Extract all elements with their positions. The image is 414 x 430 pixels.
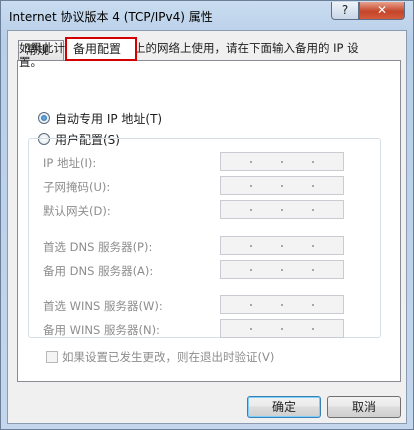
ip-address-field [220,152,344,171]
tab-alternate-configuration[interactable]: 备用配置 [65,37,137,61]
close-button[interactable]: ✕ [359,2,405,20]
auto-private-ip-label: 自动专用 IP 地址(T) [55,111,163,126]
ip-address-label: IP 地址(I): [43,156,97,170]
validate-on-exit-option: 如果设置已发生更改，则在退出时验证(V) [46,349,274,365]
default-gateway-field [220,200,344,219]
help-button[interactable]: ? [331,2,359,20]
subnet-mask-field [220,176,344,195]
dialog-window: Internet 协议版本 4 (TCP/IPv4) 属性 ? ✕ 常规 备用配… [0,0,414,430]
alternate-wins-label: 备用 WINS 服务器(N): [43,323,160,337]
default-gateway-label: 默认网关(D): [43,204,111,218]
radio-selected-icon[interactable] [38,112,50,124]
alternate-dns-label: 备用 DNS 服务器(A): [43,264,154,278]
cancel-button[interactable]: 取消 [327,396,401,418]
window-title: Internet 协议版本 4 (TCP/IPv4) 属性 [9,10,213,24]
preferred-wins-label: 首选 WINS 服务器(W): [43,299,163,313]
subnet-mask-label: 子网掩码(U): [43,180,111,194]
alternate-dns-field [220,260,344,279]
ok-button[interactable]: 确定 [247,396,321,418]
preferred-wins-field [220,295,344,314]
preferred-dns-field [220,236,344,255]
validate-checkbox [46,351,58,363]
alternate-wins-field [220,319,344,338]
title-bar[interactable]: Internet 协议版本 4 (TCP/IPv4) 属性 ? ✕ [1,1,413,29]
auto-private-ip-option[interactable]: 自动专用 IP 地址(T) [38,110,162,126]
preferred-dns-label: 首选 DNS 服务器(P): [43,240,153,254]
validate-label: 如果设置已发生更改，则在退出时验证(V) [62,350,275,364]
